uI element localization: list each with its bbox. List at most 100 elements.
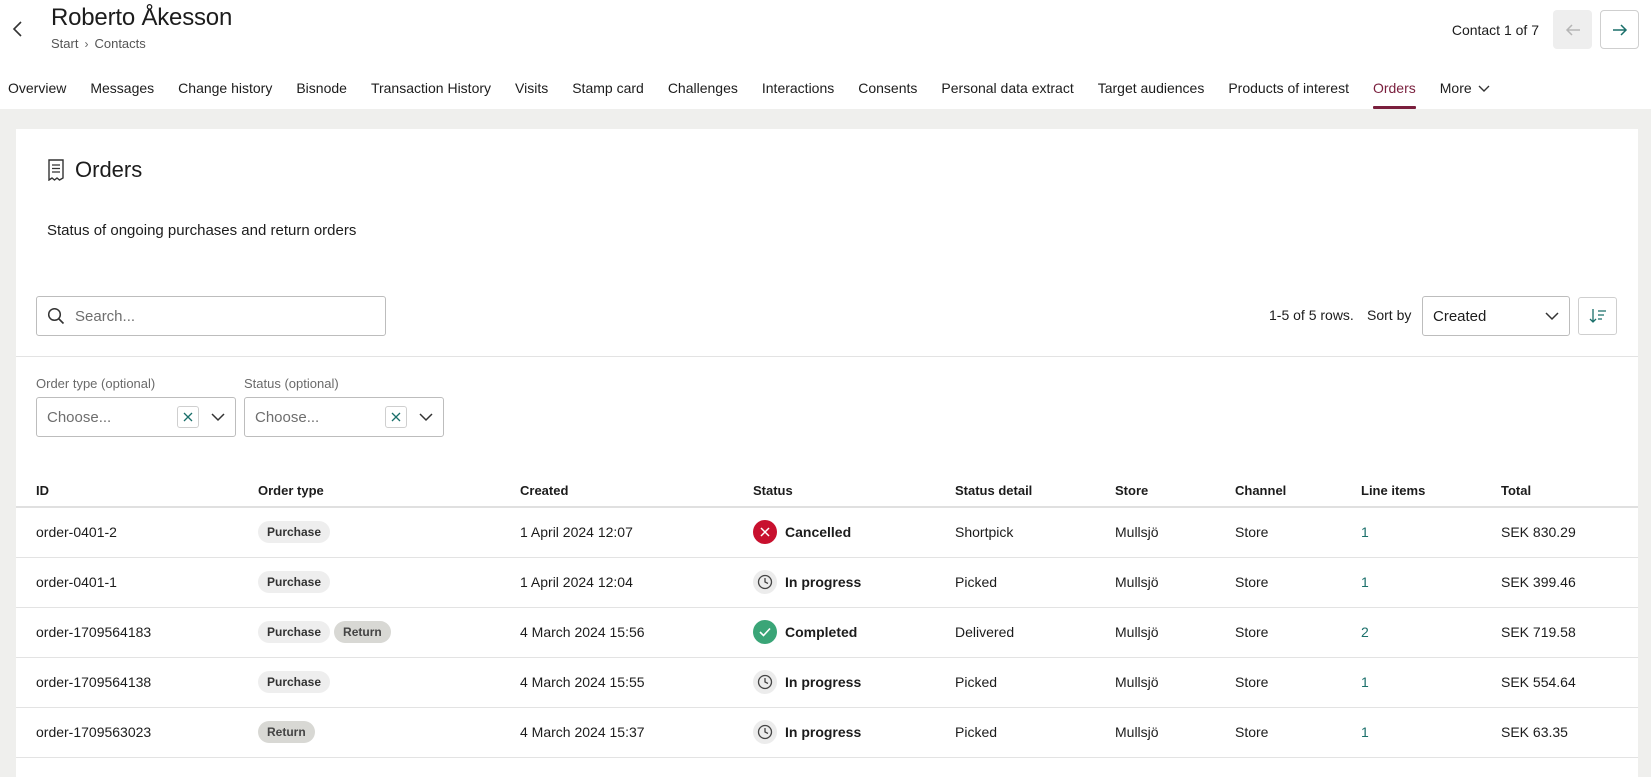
- column-header-order-type[interactable]: Order type: [258, 474, 520, 508]
- tab-bisnode[interactable]: Bisnode: [296, 76, 347, 109]
- table-row[interactable]: order-1709564183 Purchase Return 4 March …: [16, 607, 1638, 658]
- created-date: 4 March 2024 15:56: [520, 607, 753, 658]
- sort-direction-button[interactable]: [1578, 297, 1617, 335]
- order-total: SEK 399.46: [1501, 557, 1638, 608]
- column-header-total[interactable]: Total: [1501, 474, 1638, 508]
- tab-stamp-card[interactable]: Stamp card: [572, 76, 644, 109]
- close-icon: [391, 412, 401, 422]
- order-type-select[interactable]: Choose...: [36, 397, 236, 437]
- clear-status-button[interactable]: [385, 406, 407, 428]
- status-cell: Cancelled: [753, 507, 955, 558]
- created-date: 4 March 2024 15:37: [520, 707, 753, 758]
- column-header-created[interactable]: Created: [520, 474, 753, 508]
- tab-consents[interactable]: Consents: [858, 76, 917, 109]
- line-items-link[interactable]: 1: [1361, 657, 1501, 708]
- tab-bar: Overview Messages Change history Bisnode…: [0, 76, 1506, 109]
- column-header-channel[interactable]: Channel: [1235, 474, 1361, 508]
- breadcrumb-start[interactable]: Start: [51, 36, 78, 51]
- tab-target-audiences[interactable]: Target audiences: [1098, 76, 1205, 109]
- tab-change-history[interactable]: Change history: [178, 76, 272, 109]
- orders-card: Orders Status of ongoing purchases and r…: [16, 129, 1638, 777]
- table-row[interactable]: order-0401-1 Purchase 1 April 2024 12:04…: [16, 557, 1638, 608]
- order-id: order-1709564138: [16, 657, 258, 708]
- order-type-badge: Return: [258, 721, 315, 743]
- status-detail: Picked: [955, 707, 1115, 758]
- line-items-link[interactable]: 2: [1361, 607, 1501, 658]
- line-items-link[interactable]: 1: [1361, 557, 1501, 608]
- breadcrumb: Start › Contacts: [51, 36, 146, 51]
- tab-label: Messages: [90, 80, 155, 96]
- column-header-status-detail[interactable]: Status detail: [955, 474, 1115, 508]
- back-button[interactable]: [6, 17, 30, 41]
- sort-select[interactable]: Created: [1422, 296, 1570, 336]
- chevron-left-icon: [12, 21, 22, 37]
- chevron-down-icon: [419, 413, 433, 422]
- store: Mullsjö: [1115, 557, 1235, 608]
- created-date: 1 April 2024 12:07: [520, 507, 753, 558]
- status-detail: Picked: [955, 657, 1115, 708]
- table-row[interactable]: order-1709564138 Purchase 4 March 2024 1…: [16, 657, 1638, 708]
- breadcrumb-contacts[interactable]: Contacts: [94, 36, 145, 51]
- tab-challenges[interactable]: Challenges: [668, 76, 738, 109]
- table-row[interactable]: order-1709563023 Return 4 March 2024 15:…: [16, 707, 1638, 758]
- tab-label: Visits: [515, 80, 549, 96]
- order-type-label: Order type (optional): [36, 376, 156, 391]
- channel: Store: [1235, 607, 1361, 658]
- status-text: In progress: [785, 724, 862, 740]
- status-text: Cancelled: [785, 524, 852, 541]
- status-cell: In progress: [753, 657, 955, 708]
- tab-label: Bisnode: [296, 80, 347, 96]
- status-cell: In progress: [753, 707, 955, 758]
- tab-products-of-interest[interactable]: Products of interest: [1228, 76, 1349, 109]
- store: Mullsjö: [1115, 707, 1235, 758]
- order-id: order-0401-2: [16, 507, 258, 558]
- column-header-store[interactable]: Store: [1115, 474, 1235, 508]
- search-input[interactable]: [75, 307, 365, 325]
- created-date: 4 March 2024 15:55: [520, 657, 753, 708]
- tab-more[interactable]: More: [1440, 76, 1490, 109]
- column-header-status[interactable]: Status: [753, 474, 955, 508]
- status-text: Completed: [785, 624, 858, 640]
- table-row[interactable]: order-0401-2 Purchase 1 April 2024 12:07…: [16, 507, 1638, 558]
- arrow-right-icon: [1612, 23, 1627, 36]
- status-label: Status (optional): [244, 376, 339, 391]
- channel: Store: [1235, 657, 1361, 708]
- tab-label: Transaction History: [370, 80, 492, 96]
- order-type-dropdown-toggle[interactable]: [205, 406, 231, 428]
- search-icon: [47, 307, 65, 325]
- clock-icon: [753, 670, 777, 694]
- order-type-badge: Purchase: [258, 521, 331, 544]
- column-header-line-items[interactable]: Line items: [1361, 474, 1501, 508]
- tab-orders[interactable]: Orders: [1372, 76, 1416, 109]
- tab-interactions[interactable]: Interactions: [762, 76, 834, 109]
- next-contact-button[interactable]: [1600, 10, 1639, 49]
- contact-navigation: Contact 1 of 7: [1452, 10, 1639, 49]
- tab-visits[interactable]: Visits: [515, 76, 548, 109]
- order-total: SEK 830.29: [1501, 507, 1638, 558]
- tab-messages[interactable]: Messages: [90, 76, 154, 109]
- status-cell: Completed: [753, 607, 955, 658]
- tab-transaction-history[interactable]: Transaction History: [371, 76, 491, 109]
- status-dropdown-toggle[interactable]: [413, 406, 439, 428]
- line-items-link[interactable]: 1: [1361, 707, 1501, 758]
- line-items-link[interactable]: 1: [1361, 507, 1501, 558]
- order-type-cell: Purchase: [258, 507, 520, 558]
- clock-icon: [753, 720, 777, 744]
- status-text: In progress: [785, 574, 862, 590]
- tab-personal-data-extract[interactable]: Personal data extract: [941, 76, 1073, 109]
- previous-contact-button[interactable]: [1553, 10, 1592, 49]
- tab-label: More: [1439, 80, 1472, 96]
- order-id: order-0401-1: [16, 557, 258, 608]
- tab-overview[interactable]: Overview: [8, 76, 66, 109]
- column-header-id[interactable]: ID: [16, 474, 258, 508]
- status-cell: In progress: [753, 557, 955, 608]
- status-select[interactable]: Choose...: [244, 397, 444, 437]
- close-icon: [183, 412, 193, 422]
- orders-description: Status of ongoing purchases and return o…: [47, 222, 357, 239]
- tab-label: Overview: [8, 80, 67, 96]
- orders-title: Orders: [75, 157, 143, 182]
- store: Mullsjö: [1115, 657, 1235, 708]
- tab-label: Consents: [858, 80, 918, 96]
- order-total: SEK 554.64: [1501, 657, 1638, 708]
- clear-order-type-button[interactable]: [177, 406, 199, 428]
